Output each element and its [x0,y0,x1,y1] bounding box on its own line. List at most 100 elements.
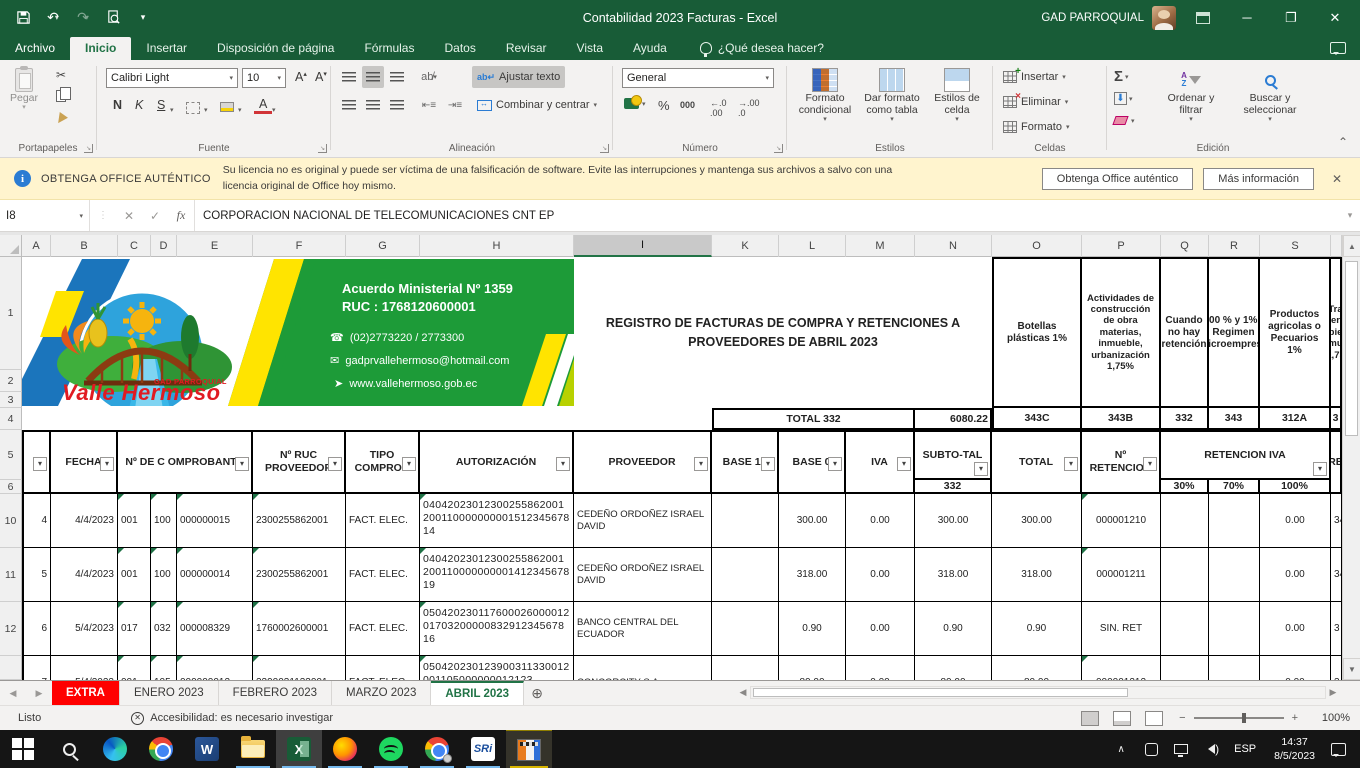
cell-base12[interactable] [712,548,779,602]
column-header-G[interactable]: G [346,235,420,257]
cell-fecha[interactable]: 5/4/2023 [51,656,118,680]
delete-cells-button[interactable]: Eliminar▾ [998,91,1073,113]
filter-icon[interactable]: ▾ [1313,462,1327,476]
cell-num[interactable]: 7 [22,656,51,680]
font-name-select[interactable]: Calibri Light▾ [106,68,238,88]
cell-punto[interactable]: 100 [151,548,177,602]
header-base0[interactable]: BASE 0▾ [779,430,846,494]
font-color-icon[interactable]: A [254,98,272,114]
cell-punto[interactable]: 105 [151,656,177,680]
cell-proveedor[interactable]: CONCORCITY S.A. [574,656,712,680]
select-all-corner[interactable] [0,235,22,256]
header-subtotal-code[interactable]: 332 [915,480,992,494]
zoom-in-icon[interactable]: + [1292,712,1298,724]
header-autorizacion[interactable]: AUTORIZACIÓN▾ [420,430,574,494]
row-header-1[interactable]: 1 [0,257,22,370]
filter-icon[interactable]: ▾ [328,457,342,471]
account-block[interactable]: GAD PARROQUIAL [1041,6,1176,30]
header-retencion[interactable]: Nº RETENCION▾ [1082,430,1161,494]
cell-secuencial[interactable]: 000000014 [177,548,253,602]
save-icon[interactable] [10,5,36,31]
filter-icon[interactable]: ▾ [1143,457,1157,471]
horizontal-scrollbar[interactable]: ◀ ▶ [736,683,1340,702]
more-info-button[interactable]: Más información [1203,168,1314,190]
clear-icon[interactable]: ▾ [1114,116,1135,125]
filter-icon[interactable]: ▾ [100,457,114,471]
fill-icon[interactable]: ⬇▾ [1114,92,1133,105]
header-proveedor[interactable]: PROVEEDOR▾ [574,430,712,494]
tax-header-O[interactable]: Botellas plásticas 1% [992,257,1082,408]
cell-iva[interactable]: 0.00 [846,602,915,656]
cell-ret100[interactable]: 0.00 [1260,548,1331,602]
action-center-icon[interactable] [1331,743,1346,756]
align-right-icon[interactable] [386,94,408,116]
volume-icon[interactable]: ) [1196,742,1226,756]
cell-base0[interactable]: 80.00 [779,656,846,680]
accessibility-icon[interactable] [131,712,144,725]
cell-total[interactable]: 318.00 [992,548,1082,602]
ribbon-tab-disposición-de-página[interactable]: Disposición de página [202,37,349,60]
cell-ret70[interactable] [1209,602,1260,656]
cell-iva[interactable]: 0.00 [846,548,915,602]
column-header-O[interactable]: O [992,235,1082,257]
tax-code-P[interactable]: 343B [1082,408,1161,430]
row-header-12[interactable]: 12 [0,602,22,656]
cell-proveedor[interactable]: CEDEÑO ORDOÑEZ ISRAEL DAVID [574,548,712,602]
taskbar-chrome[interactable] [138,730,184,768]
zoom-thumb[interactable] [1242,713,1246,723]
header-A[interactable]: ▾ [22,430,51,494]
header-total[interactable]: TOTAL▾ [992,430,1082,494]
cell-num[interactable]: 6 [22,602,51,656]
cell-ret30[interactable] [1161,656,1209,680]
network-icon[interactable] [1166,744,1196,754]
taskbar-media-player[interactable] [506,730,552,768]
column-header-K[interactable]: K [712,235,779,257]
fill-color-icon[interactable] [220,102,234,112]
cell-ruc[interactable]: 1760002600001 [253,602,346,656]
align-middle-icon[interactable] [362,66,384,88]
taskbar-sri[interactable]: SRi [460,730,506,768]
column-header-partial[interactable] [1331,235,1342,257]
scroll-left-icon[interactable]: ◀ [736,687,750,698]
cell-tipo[interactable]: FACT. ELEC. [346,602,420,656]
start-button[interactable] [0,730,46,768]
insert-function-icon[interactable]: fx [168,200,194,231]
sheet-tab-abril-2023[interactable]: ABRIL 2023 [431,681,524,705]
cell-secuencial[interactable]: 000000015 [177,494,253,548]
cell-autorizacion[interactable]: 0504202301176000260000120170320000083291… [420,602,574,656]
row-header-6[interactable]: 6 [0,480,22,494]
ribbon-display-options-icon[interactable] [1186,0,1220,35]
tax-code-Q[interactable]: 332 [1161,408,1209,430]
row-header-partial[interactable] [0,656,22,680]
increase-decimal-icon[interactable]: ←.0.00 [710,98,727,118]
column-header-H[interactable]: H [420,235,574,257]
cell-base12[interactable] [712,656,779,680]
sheet-tab-extra[interactable]: EXTRA [52,681,120,705]
header-ruc[interactable]: Nº RUC PROVEEDOR▾ [253,430,346,494]
percent-style-icon[interactable]: % [658,98,670,113]
merge-center-button[interactable]: Combinar y centrar▾ [472,94,602,116]
new-sheet-icon[interactable]: ⊕ [524,681,550,705]
cell-punto[interactable]: 032 [151,602,177,656]
comments-icon[interactable] [1330,42,1346,54]
taskbar-firefox[interactable] [322,730,368,768]
tax-header-P[interactable]: Actividades de construcción de obra mate… [1082,257,1161,408]
vertical-scrollbar[interactable]: ▲ ▼ [1342,235,1360,680]
cell-base0[interactable]: 300.00 [779,494,846,548]
cell-serie[interactable]: 001 [118,494,151,548]
column-header-Q[interactable]: Q [1161,235,1209,257]
ribbon-tab-inicio[interactable]: Inicio [70,37,131,60]
formula-input[interactable]: CORPORACION NACIONAL DE TELECOMUNICACION… [194,200,1340,231]
column-header-L[interactable]: L [779,235,846,257]
cell-ret30[interactable] [1161,548,1209,602]
vertical-scroll-thumb[interactable] [1345,261,1358,436]
restore-button[interactable]: ❐ [1274,0,1308,35]
cell-ret100[interactable]: 0.00 [1260,494,1331,548]
row-header-4[interactable]: 4 [0,408,22,430]
taskbar-edge[interactable] [92,730,138,768]
cell-ret30[interactable] [1161,494,1209,548]
cell-retencion[interactable]: SIN. RET [1082,602,1161,656]
get-office-button[interactable]: Obtenga Office auténtico [1042,168,1194,190]
cell-subtotal[interactable]: 80.00 [915,656,992,680]
tax-code-partial[interactable]: 3 [1331,408,1342,430]
